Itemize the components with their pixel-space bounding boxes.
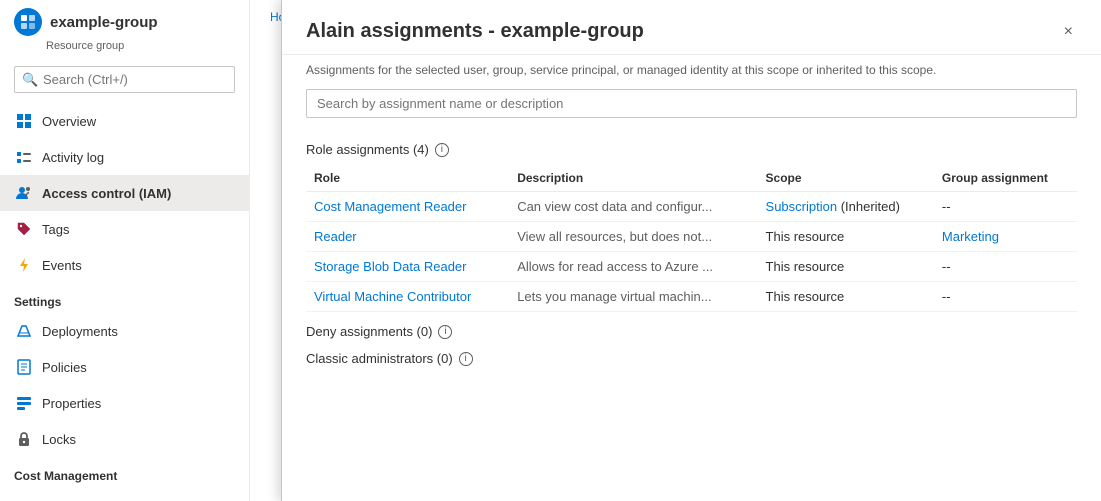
- description-3: Lets you manage virtual machin...: [509, 282, 757, 312]
- panel-search-container: [282, 89, 1101, 132]
- sidebar-item-policies[interactable]: Policies: [0, 349, 249, 385]
- cost-management-label: Cost Management: [0, 457, 249, 487]
- group-2: --: [934, 252, 1077, 282]
- sidebar-item-access-control-label: Access control (IAM): [42, 186, 171, 201]
- search-icon: 🔍: [22, 72, 38, 88]
- role-link-1[interactable]: Reader: [314, 229, 357, 244]
- role-assignments-heading: Role assignments (4) i: [306, 132, 1077, 165]
- scope-suffix-0: (Inherited): [837, 199, 900, 214]
- classic-administrators-label: Classic administrators (0): [306, 351, 453, 366]
- col-header-scope: Scope: [758, 165, 934, 192]
- col-header-description: Description: [509, 165, 757, 192]
- col-header-group: Group assignment: [934, 165, 1077, 192]
- assignments-panel: Alain assignments - example-group × Assi…: [281, 0, 1101, 501]
- lock-icon: [14, 429, 34, 449]
- deploy-icon: [14, 321, 34, 341]
- sidebar-item-overview[interactable]: Overview: [0, 103, 249, 139]
- classic-administrators-section: Classic administrators (0) i: [306, 345, 1077, 372]
- table-row: Virtual Machine Contributor Lets you man…: [306, 282, 1077, 312]
- sidebar-subtitle: Resource group: [0, 40, 249, 60]
- sidebar-search-container: 🔍: [0, 60, 249, 103]
- sidebar-item-overview-label: Overview: [42, 114, 96, 129]
- scope-0: Subscription (Inherited): [758, 192, 934, 222]
- resource-icon: [14, 8, 42, 36]
- table-row: Reader View all resources, but does not.…: [306, 222, 1077, 252]
- panel-header: Alain assignments - example-group ×: [282, 0, 1101, 55]
- classic-info-icon[interactable]: i: [459, 352, 473, 366]
- sidebar-item-access-control[interactable]: Access control (IAM): [0, 175, 249, 211]
- sidebar-item-tags[interactable]: Tags: [0, 211, 249, 247]
- group-3: --: [934, 282, 1077, 312]
- sidebar-nav: Overview Activity log Access control (IA…: [0, 103, 249, 283]
- bolt-icon: [14, 255, 34, 275]
- tag-icon: [14, 219, 34, 239]
- role-link-0[interactable]: Cost Management Reader: [314, 199, 466, 214]
- role-assignments-table: Role Description Scope Group assignment …: [306, 165, 1077, 312]
- sidebar-header: example-group Resource group: [0, 0, 249, 60]
- sidebar: example-group Resource group 🔍 Overview …: [0, 0, 250, 501]
- scope-1: This resource: [758, 222, 934, 252]
- description-1: View all resources, but does not...: [509, 222, 757, 252]
- sidebar-item-deployments[interactable]: Deployments: [0, 313, 249, 349]
- sidebar-title: example-group: [50, 14, 158, 31]
- search-input[interactable]: [14, 66, 235, 93]
- col-header-role: Role: [306, 165, 509, 192]
- scope-link-0[interactable]: Subscription: [766, 199, 838, 214]
- scope-2: This resource: [758, 252, 934, 282]
- panel-search-input[interactable]: [306, 89, 1077, 118]
- sidebar-item-tags-label: Tags: [42, 222, 69, 237]
- description-0: Can view cost data and configur...: [509, 192, 757, 222]
- panel-title: Alain assignments - example-group: [306, 20, 644, 43]
- sidebar-item-events[interactable]: Events: [0, 247, 249, 283]
- sidebar-item-policies-label: Policies: [42, 360, 87, 375]
- people-icon: [14, 183, 34, 203]
- panel-content: Role assignments (4) i Role Description …: [282, 132, 1101, 501]
- props-icon: [14, 393, 34, 413]
- role-assignments-label: Role assignments (4): [306, 142, 429, 157]
- role-link-3[interactable]: Virtual Machine Contributor: [314, 289, 471, 304]
- sidebar-item-activity-log[interactable]: Activity log: [0, 139, 249, 175]
- panel-close-button[interactable]: ×: [1060, 20, 1077, 44]
- description-2: Allows for read access to Azure ...: [509, 252, 757, 282]
- grid-icon: [14, 111, 34, 131]
- role-assignments-info-icon[interactable]: i: [435, 143, 449, 157]
- settings-label: Settings: [0, 283, 249, 313]
- deny-assignments-label: Deny assignments (0): [306, 324, 432, 339]
- deny-assignments-section: Deny assignments (0) i: [306, 312, 1077, 345]
- sidebar-item-properties-label: Properties: [42, 396, 101, 411]
- panel-description: Assignments for the selected user, group…: [282, 55, 1101, 89]
- group-0: --: [934, 192, 1077, 222]
- sidebar-item-locks[interactable]: Locks: [0, 421, 249, 457]
- main-content: Home › Resource groups › examp... Alain …: [250, 0, 1101, 501]
- list-icon: [14, 147, 34, 167]
- group-link-1[interactable]: Marketing: [942, 229, 999, 244]
- policy-icon: [14, 357, 34, 377]
- sidebar-item-events-label: Events: [42, 258, 82, 273]
- sidebar-item-deployments-label: Deployments: [42, 324, 118, 339]
- group-1: Marketing: [934, 222, 1077, 252]
- sidebar-item-properties[interactable]: Properties: [0, 385, 249, 421]
- deny-info-icon[interactable]: i: [438, 325, 452, 339]
- role-link-2[interactable]: Storage Blob Data Reader: [314, 259, 466, 274]
- scope-3: This resource: [758, 282, 934, 312]
- table-row: Cost Management Reader Can view cost dat…: [306, 192, 1077, 222]
- sidebar-item-activity-log-label: Activity log: [42, 150, 104, 165]
- sidebar-item-locks-label: Locks: [42, 432, 76, 447]
- table-row: Storage Blob Data Reader Allows for read…: [306, 252, 1077, 282]
